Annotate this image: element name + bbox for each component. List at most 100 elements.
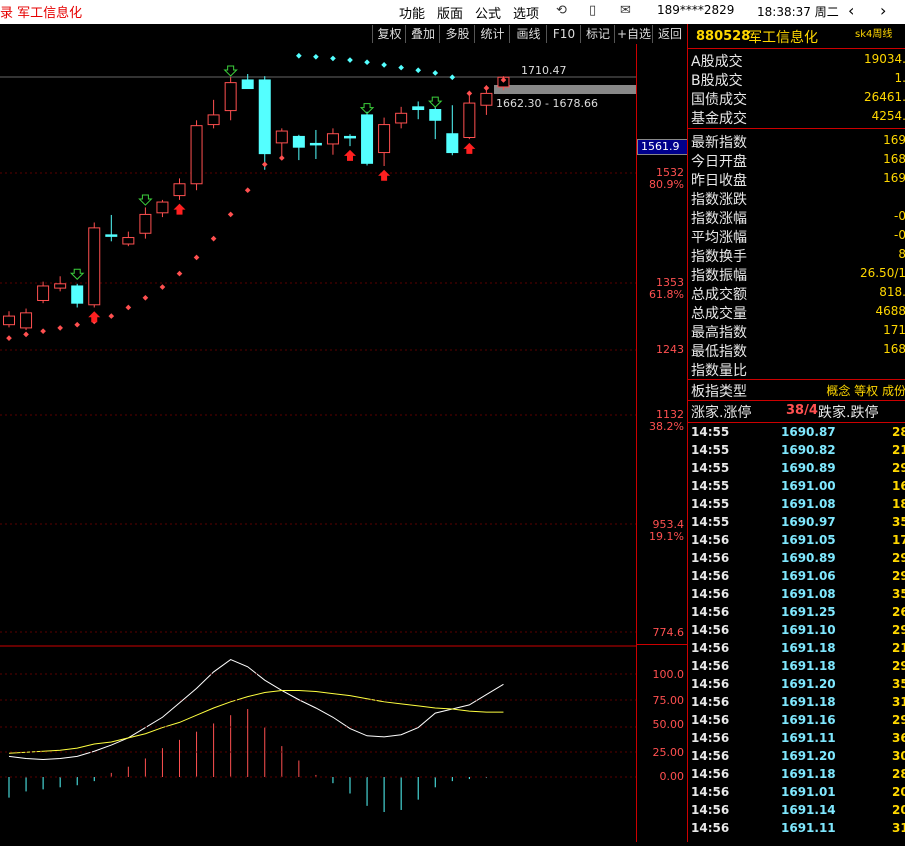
sar-dot (176, 270, 183, 277)
tick-row[interactable]: 14:56 1691.18 21 (688, 641, 905, 659)
sell-signal-arrow (173, 203, 186, 215)
tick-row[interactable]: 14:55 1690.97 35 (688, 515, 905, 533)
sell-signal-arrow (378, 169, 391, 181)
tick-row[interactable]: 14:56 1691.20 30 (688, 749, 905, 767)
axis-label: 1243 (656, 343, 684, 356)
tick-volume: 31 (892, 821, 905, 835)
tick-volume: 17 (892, 533, 905, 547)
sar-dot (364, 59, 370, 66)
tick-row[interactable]: 14:56 1691.18 29 (688, 659, 905, 677)
add-watchlist-button[interactable]: +自选 (614, 25, 653, 43)
mark-button[interactable]: 标记 (580, 25, 615, 43)
return-button[interactable]: 返回 (652, 25, 687, 43)
menu-options[interactable]: 选项 (513, 3, 539, 22)
current-price: 1561.9 (641, 140, 680, 153)
range-label: 1662.30 - 1678.66 (496, 97, 598, 110)
quote-row: 指数换手 8 (688, 246, 905, 265)
tick-row[interactable]: 14:56 1691.05 17 (688, 533, 905, 551)
sar-dot (74, 321, 81, 328)
tick-row[interactable]: 14:55 1690.89 29 (688, 461, 905, 479)
candle-body (173, 183, 186, 197)
panel-header: 880528 军工信息化 sk4周线 (688, 24, 905, 48)
phone-icon[interactable]: ▯ (589, 3, 596, 18)
sar-dot (193, 254, 200, 261)
tick-row[interactable]: 14:56 1691.11 31 (688, 821, 905, 839)
forward-icon[interactable]: › (880, 1, 886, 20)
tick-volume: 35 (892, 515, 905, 529)
divider (688, 48, 905, 49)
fuquan-button[interactable]: 复权 (372, 25, 406, 43)
quote-row: 今日开盘 168 (688, 151, 905, 170)
tick-price: 1690.89 (781, 461, 836, 475)
tick-row[interactable]: 14:56 1691.11 36 (688, 731, 905, 749)
quote-row: A股成交 19034. (688, 51, 905, 70)
tick-row[interactable]: 14:55 1690.87 28 (688, 425, 905, 443)
up-label: 涨家.涨停 (691, 405, 752, 421)
tick-row[interactable]: 14:56 1691.08 35 (688, 587, 905, 605)
tick-volume: 29 (892, 551, 905, 565)
sell-signal-arrow (463, 142, 476, 154)
buy-signal-arrow (428, 96, 443, 108)
tick-row[interactable]: 14:56 1690.89 29 (688, 551, 905, 569)
overlay-button[interactable]: 叠加 (405, 25, 440, 43)
tick-row[interactable]: 14:56 1691.20 35 (688, 677, 905, 695)
tick-row[interactable]: 14:55 1691.08 18 (688, 497, 905, 515)
quote-row: 国债成交 26461. (688, 89, 905, 108)
tick-row[interactable]: 14:56 1691.01 20 (688, 785, 905, 803)
f10-button[interactable]: F10 (546, 25, 581, 43)
quote-value: 818. (879, 285, 905, 299)
clock: 18:38:37 周二 (757, 5, 839, 19)
kline-chart[interactable]: 1710.47 1662.30 - 1678.66 (0, 44, 636, 842)
draw-line-button[interactable]: 画线 (509, 25, 547, 43)
multi-stock-button[interactable]: 多股 (439, 25, 475, 43)
candle-body (190, 125, 203, 185)
period-label[interactable]: sk4周线 (855, 25, 892, 40)
tick-row[interactable]: 14:55 1690.82 21 (688, 443, 905, 461)
tick-row[interactable]: 14:56 1691.25 26 (688, 605, 905, 623)
index-name: 军工信息化 (748, 30, 818, 46)
menu-layout[interactable]: 版面 (437, 3, 463, 22)
tick-row[interactable]: 14:56 1691.10 29 (688, 623, 905, 641)
tick-row[interactable]: 14:56 1691.18 31 (688, 695, 905, 713)
tick-row[interactable]: 14:56 1691.14 20 (688, 803, 905, 821)
quote-label: 总成交量 (691, 306, 747, 322)
chart-canvas[interactable]: 1710.47 1662.30 - 1678.66 (0, 44, 636, 842)
menu-function[interactable]: 功能 (399, 3, 425, 22)
down-label: 跌家.跌停 (818, 405, 879, 421)
tick-row[interactable]: 14:55 1691.00 16 (688, 479, 905, 497)
tick-row[interactable]: 14:56 1691.18 28 (688, 767, 905, 785)
quote-value: 169 (883, 133, 905, 147)
quote-value: 168 (883, 342, 905, 356)
index-type-value: 概念 等权 成份 (826, 384, 905, 398)
menu-formula[interactable]: 公式 (475, 3, 501, 22)
sar-dot (40, 328, 46, 334)
statistics-button[interactable]: 统计 (474, 25, 510, 43)
tick-volume: 18 (892, 497, 905, 511)
candle-body (463, 102, 476, 138)
sar-dot (432, 70, 439, 76)
sell-signal-arrow (88, 311, 101, 323)
sar-dot (210, 235, 217, 242)
back-icon[interactable]: ‹ (848, 1, 854, 20)
sar-dot (483, 85, 490, 91)
axis-label: 774.6 (652, 626, 685, 639)
refresh-icon[interactable]: ⟲ (556, 3, 567, 18)
tick-time: 14:56 (691, 623, 730, 637)
tick-price: 1691.14 (781, 803, 836, 817)
tick-row[interactable]: 14:56 1691.16 29 (688, 713, 905, 731)
mail-icon[interactable]: ✉ (620, 3, 631, 18)
quote-value: 168 (883, 152, 905, 166)
candle-body (446, 133, 459, 154)
user-account[interactable]: 189****2829 (657, 3, 734, 17)
candle-body (309, 142, 322, 146)
tick-volume: 35 (892, 587, 905, 601)
axis-pct: 38.2% (649, 420, 684, 433)
index-code: 880528 (696, 29, 751, 44)
tick-volume: 28 (892, 425, 905, 439)
quote-label: 基金成交 (691, 111, 747, 127)
tick-row[interactable]: 14:56 1691.06 29 (688, 569, 905, 587)
tick-time: 14:56 (691, 659, 730, 673)
tick-time: 14:55 (691, 497, 730, 511)
quote-value: 1. (894, 71, 905, 85)
candle-body (37, 285, 50, 301)
